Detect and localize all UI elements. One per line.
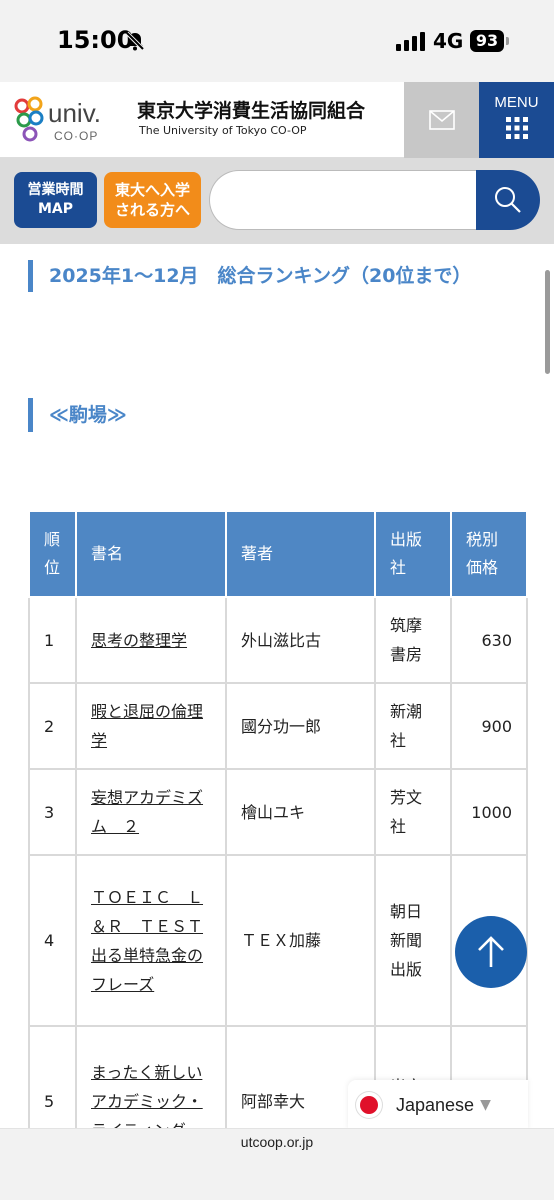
mail-button[interactable] bbox=[404, 82, 479, 158]
org-subtitle: The University of Tokyo CO-OP bbox=[139, 124, 307, 137]
title-cell: 妄想アカデミズム ２ bbox=[75, 768, 227, 856]
book-title-link[interactable]: 思考の整理学 bbox=[91, 631, 187, 650]
japan-flag-icon bbox=[360, 1096, 378, 1114]
menu-label: MENU bbox=[494, 94, 539, 111]
author-cell: ＴＥＸ加藤 bbox=[225, 854, 376, 1027]
book-title-link[interactable]: 暇と退屈の倫理学 bbox=[91, 702, 203, 750]
table-row: 2 暇と退屈の倫理学 國分功一郎 新潮社 900 bbox=[28, 682, 528, 770]
new-students-button[interactable]: 東大へ入学 される方へ bbox=[104, 172, 201, 228]
rank-cell: 3 bbox=[28, 768, 77, 856]
browser-url-bar[interactable]: utcoop.or.jp bbox=[0, 1128, 554, 1200]
price-cell: 900 bbox=[450, 682, 528, 770]
arrow-up-icon bbox=[478, 936, 504, 967]
caret-down-icon: ▼ bbox=[480, 1097, 491, 1113]
search-input[interactable] bbox=[209, 170, 481, 230]
title-cell: 思考の整理学 bbox=[75, 596, 227, 684]
search-row: 営業時間 MAP 東大へ入学 される方へ bbox=[0, 158, 554, 244]
site-header: univ. CO·OP 東京大学消費生活協同組合 The University … bbox=[0, 82, 554, 158]
book-title-link[interactable]: ＴＯＥＩＣ Ｌ＆Ｒ ＴＥＳＴ出る単特急金のフレーズ bbox=[91, 888, 203, 994]
network-label: 4G bbox=[433, 29, 464, 53]
author-cell: 檜山ユキ bbox=[225, 768, 376, 856]
org-name: 東京大学消費生活協同組合 bbox=[137, 100, 366, 122]
publisher-cell: 新潮社 bbox=[374, 682, 452, 770]
header-author: 著者 bbox=[225, 510, 376, 598]
hours-map-line2: MAP bbox=[37, 201, 74, 217]
scroll-top-button[interactable] bbox=[455, 916, 527, 988]
battery-icon: 93 bbox=[470, 30, 504, 52]
hours-map-line1: 営業時間 bbox=[27, 182, 84, 198]
language-label: Japanese bbox=[396, 1094, 475, 1115]
table-row: 3 妄想アカデミズム ２ 檜山ユキ 芳文社 1000 bbox=[28, 768, 528, 856]
table-row: 1 思考の整理学 外山滋比古 筑摩書房 630 bbox=[28, 596, 528, 684]
language-selector[interactable]: Japanese ▼ bbox=[348, 1080, 528, 1130]
scrollbar-thumb[interactable] bbox=[545, 270, 550, 374]
search-icon bbox=[495, 187, 521, 213]
status-time: 15:00 bbox=[57, 26, 134, 54]
publisher-cell: 芳文社 bbox=[374, 768, 452, 856]
svg-text:CO·OP: CO·OP bbox=[54, 129, 98, 143]
mail-icon bbox=[428, 110, 455, 130]
signal-icon bbox=[396, 32, 425, 51]
search-button[interactable] bbox=[476, 170, 540, 230]
title-cell: ＴＯＥＩＣ Ｌ＆Ｒ ＴＥＳＴ出る単特急金のフレーズ bbox=[75, 854, 227, 1027]
author-cell: 外山滋比古 bbox=[225, 596, 376, 684]
publisher-cell: 筑摩書房 bbox=[374, 596, 452, 684]
svg-text:univ.: univ. bbox=[48, 98, 101, 128]
page-title: 2025年1〜12月 総合ランキング（20位まで） bbox=[28, 260, 532, 292]
price-cell: 1000 bbox=[450, 768, 528, 856]
bell-muted-icon bbox=[125, 31, 145, 51]
header-rank: 順位 bbox=[28, 510, 77, 598]
publisher-cell: 朝日新聞出版 bbox=[374, 854, 452, 1027]
menu-button[interactable]: MENU bbox=[479, 82, 554, 158]
header-title: 書名 bbox=[75, 510, 227, 598]
table-header-row: 順位 書名 著者 出版社 税別価格 bbox=[28, 510, 528, 598]
url-text: utcoop.or.jp bbox=[240, 1134, 314, 1150]
grid-icon bbox=[505, 117, 528, 139]
header-publisher: 出版社 bbox=[374, 510, 452, 598]
univ-coop-logo[interactable]: univ. CO·OP bbox=[14, 96, 122, 146]
new-students-line2: される方へ bbox=[114, 201, 190, 219]
rank-cell: 4 bbox=[28, 854, 77, 1027]
table-row: 4 ＴＯＥＩＣ Ｌ＆Ｒ ＴＥＳＴ出る単特急金のフレーズ ＴＥＸ加藤 朝日新聞出版 bbox=[28, 854, 528, 1027]
header-price: 税別価格 bbox=[450, 510, 528, 598]
title-cell: 暇と退屈の倫理学 bbox=[75, 682, 227, 770]
battery-cap bbox=[506, 37, 509, 45]
book-title-link[interactable]: 妄想アカデミズム ２ bbox=[91, 788, 203, 836]
ranking-table: 順位 書名 著者 出版社 税別価格 1 思考の整理学 外山滋比古 筑摩書房 63… bbox=[28, 510, 528, 1177]
hours-map-button[interactable]: 営業時間 MAP bbox=[14, 172, 97, 228]
rank-cell: 1 bbox=[28, 596, 77, 684]
new-students-line1: 東大へ入学 bbox=[114, 181, 190, 199]
section-title: ≪駒場≫ bbox=[28, 398, 328, 432]
author-cell: 國分功一郎 bbox=[225, 682, 376, 770]
rank-cell: 2 bbox=[28, 682, 77, 770]
price-cell: 630 bbox=[450, 596, 528, 684]
status-bar: 15:00 4G 93 bbox=[0, 0, 554, 82]
